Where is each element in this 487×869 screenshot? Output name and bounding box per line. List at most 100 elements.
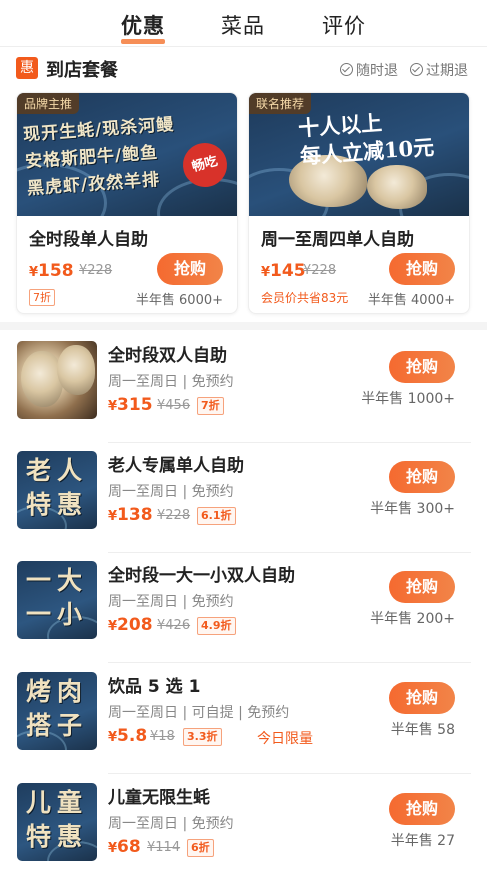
currency-symbol: ¥ [108,841,118,856]
tab-divider [0,46,487,47]
deal-poster-image: 品牌主推 现开生蚝/现杀河鳗 安格斯肥牛/鲍鱼 黑虎虾/孜然羊排 畅吃 [17,93,237,216]
currency-symbol: ¥ [261,265,271,280]
deal-list-item[interactable]: 一大 一小 全时段一大一小双人自助 周一至周日 | 免预约 ¥208 ¥426 4… [0,553,487,663]
buy-button[interactable]: 抢购 [389,682,455,714]
currency-symbol: ¥ [108,730,118,745]
deal-price: ¥208 [108,615,153,635]
deal-name: 饮品 5 选 1 [108,677,201,697]
deal-conditions: 周一至周日 | 可自提 | 免预约 [108,705,290,721]
thumbnail-caption-line: 搭子 [25,711,88,740]
deal-list-item[interactable]: 儿童 特惠 儿童无限生蚝 周一至周日 | 免预约 ¥68 ¥114 6折 抢购 半… [0,775,487,869]
original-price: ¥456 [157,398,191,413]
deal-conditions: 周一至周日 | 免预约 [108,484,234,500]
featured-deal-card[interactable]: 品牌主推 现开生蚝/现杀河鳗 安格斯肥牛/鲍鱼 黑虎虾/孜然羊排 畅吃 全时段单… [16,92,238,314]
thumbnail-caption-line: 特惠 [25,490,88,519]
discount-badge: 7折 [197,397,224,415]
tab-reviews-label: 评价 [322,14,366,38]
deal-price: ¥315 [108,395,153,415]
deal-price: ¥158 [29,261,74,281]
thumbnail-caption-line: 特惠 [25,822,88,851]
price-value: 145 [270,261,306,281]
deal-conditions: 周一至周日 | 免预约 [108,816,234,832]
price-value: 158 [38,261,74,281]
oyster-thumbnail-image [17,341,97,419]
limited-today-label: 今日限量 [257,731,313,747]
currency-symbol: ¥ [108,619,118,634]
deal-list-item[interactable]: 全时段双人自助 周一至周日 | 免预约 ¥315 ¥456 7折 抢购 半年售 … [0,333,487,443]
deal-price: ¥5.8 [108,726,147,746]
sales-count: 半年售 58 [390,722,455,738]
sales-count: 半年售 27 [390,833,455,849]
buy-button[interactable]: 抢购 [389,351,455,383]
tab-dishes[interactable]: 菜品 [221,10,265,40]
deal-thumbnail-image: 老人 特惠 [17,451,97,529]
thumbnail-caption: 老人 特惠 [19,454,95,522]
tab-bar: 优惠 菜品 评价 [0,0,487,46]
original-price: ¥426 [157,618,191,633]
sales-count: 半年售 6000+ [135,293,223,308]
oyster-image [57,345,95,395]
row-divider [108,773,471,774]
deal-thumbnail-image: 一大 一小 [17,561,97,639]
sales-count: 半年售 200+ [370,611,455,627]
thumbnail-caption-line: 烤肉 [25,677,88,706]
deal-poster-image: 联名推荐 十人以上 每人立减10元 [249,93,469,216]
deal-name: 儿童无限生蚝 [108,788,210,808]
section-header: 惠 到店套餐 随时退 过期退 [0,54,487,84]
currency-symbol: ¥ [108,399,118,414]
brand-tag: 联名推荐 [249,93,312,114]
thumbnail-caption-line: 老人 [25,456,88,485]
brand-tag: 品牌主推 [17,93,80,114]
check-circle-icon [410,63,423,76]
buy-button[interactable]: 抢购 [389,253,455,285]
thumbnail-caption-line: 一小 [25,600,88,629]
member-savings-note: 会员价共省83元 [261,291,349,305]
discount-badge: 4.9折 [197,617,236,635]
tab-offers[interactable]: 优惠 [121,10,165,44]
offer-badge-icon: 惠 [16,57,38,79]
deal-name: 老人专属单人自助 [108,456,244,476]
sales-count: 半年售 1000+ [361,391,455,407]
buy-button[interactable]: 抢购 [389,571,455,603]
row-divider [108,662,471,663]
currency-symbol: ¥ [29,265,39,280]
check-circle-icon [340,63,353,76]
poster-headline: 十人以上 每人立减10元 [297,103,465,170]
section-title: 到店套餐 [46,60,118,81]
tab-reviews[interactable]: 评价 [322,10,366,40]
section-gap [0,322,487,330]
original-price: ¥228 [79,263,113,278]
deal-list-item[interactable]: 烤肉搭子 饮品 5 选 1 周一至周日 | 可自提 | 免预约 ¥5.8 ¥18… [0,664,487,774]
buy-button[interactable]: 抢购 [389,461,455,493]
deal-list-item[interactable]: 老人特惠 老人专属单人自助 周一至周日 | 免预约 ¥138 ¥228 6.1折… [0,443,487,553]
deal-price: ¥145 [261,261,306,281]
thumbnail-caption-line: 儿童 [25,788,88,817]
discount-badge: 6.1折 [197,507,236,525]
price-value: 138 [117,505,153,525]
original-price: ¥228 [157,508,191,523]
original-price: ¥228 [303,263,337,278]
discount-badge: 3.3折 [183,728,222,746]
price-value: 5.8 [117,726,148,746]
sales-count: 半年售 300+ [370,501,455,517]
currency-symbol: ¥ [108,509,118,524]
deal-thumbnail-image: 儿童 特惠 [17,783,97,861]
deal-conditions: 周一至周日 | 免预约 [108,594,234,610]
tab-dishes-label: 菜品 [221,14,265,38]
deal-thumbnail-image: 烤肉 搭子 [17,672,97,750]
deal-name: 周一至周四单人自助 [261,230,414,250]
featured-deal-card[interactable]: 联名推荐 十人以上 每人立减10元 周一至周四单人自助 ¥145 ¥228 抢购… [248,92,470,314]
sales-count: 半年售 4000+ [367,293,455,308]
oyster-image [21,351,63,407]
deal-name: 全时段双人自助 [108,346,227,366]
buy-button[interactable]: 抢购 [389,793,455,825]
deal-price: ¥68 [108,837,141,857]
price-value: 208 [117,615,153,635]
thumbnail-caption: 烤肉 搭子 [19,675,95,743]
deal-name: 全时段单人自助 [29,230,148,250]
policy-label: 随时退 [356,63,398,79]
thumbnail-caption-line: 一大 [25,566,88,595]
original-price: ¥18 [150,729,175,744]
buy-button[interactable]: 抢购 [157,253,223,285]
tab-offers-label: 优惠 [121,14,165,38]
